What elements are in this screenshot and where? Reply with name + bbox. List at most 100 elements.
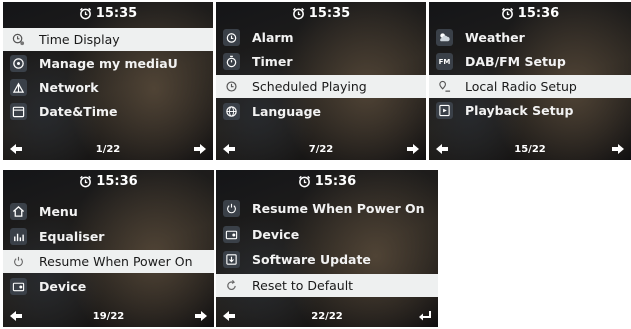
menu-item-label: Menu xyxy=(39,204,78,219)
footer: 19/22 xyxy=(3,308,214,324)
location-icon xyxy=(436,78,453,95)
clock-header: 15:36 xyxy=(216,170,438,192)
alarm-clock-icon xyxy=(79,175,92,188)
radio-screen: 15:35 Alarm Timer Scheduled Playing Lang… xyxy=(216,2,426,160)
arrow-left-icon[interactable] xyxy=(222,310,236,322)
clock-icon xyxy=(10,31,27,48)
menu-item[interactable]: Local Radio Setup xyxy=(429,75,631,98)
menu-item-label: Alarm xyxy=(252,30,294,45)
menu-item[interactable]: Menu xyxy=(3,200,214,223)
arrow-right-icon[interactable] xyxy=(406,143,420,155)
clock-header: 15:36 xyxy=(429,2,631,24)
clock-header: 15:35 xyxy=(216,2,426,24)
menu-item-label: Software Update xyxy=(252,252,371,267)
menu-item-label: Timer xyxy=(252,54,293,69)
footer: 22/22 xyxy=(216,308,438,324)
arrow-left-icon[interactable] xyxy=(9,310,23,322)
clock-header: 15:35 xyxy=(3,2,213,24)
menu-item-label: Device xyxy=(39,279,87,294)
menu-item[interactable]: Device xyxy=(216,223,438,246)
radio-screen: 15:35 Time Display Manage my mediaU Netw… xyxy=(3,2,213,160)
fm-icon: FM xyxy=(436,53,453,70)
menu-item-label: Language xyxy=(252,104,322,119)
page-indicator: 19/22 xyxy=(92,310,125,322)
clock-time: 15:36 xyxy=(96,173,138,189)
menu-item[interactable]: Time Display xyxy=(3,28,213,51)
menu-item-label: Resume When Power On xyxy=(252,201,425,216)
alarm-clock-icon xyxy=(501,7,514,20)
network-icon xyxy=(10,79,27,96)
power-icon xyxy=(10,253,27,270)
menu-item[interactable]: Scheduled Playing xyxy=(216,75,426,98)
menu-item[interactable]: Device xyxy=(3,275,214,298)
footer: 1/22 xyxy=(3,141,213,157)
menu-item[interactable]: Network xyxy=(3,76,213,99)
page-indicator: 15/22 xyxy=(514,143,546,155)
menu-item-label: Scheduled Playing xyxy=(252,79,367,94)
page-indicator: 22/22 xyxy=(311,310,343,322)
menu-item[interactable]: Weather xyxy=(429,26,631,49)
power-icon xyxy=(223,200,240,217)
clock-time: 15:35 xyxy=(95,5,138,21)
home-icon xyxy=(10,203,27,220)
equaliser-icon xyxy=(10,228,27,245)
globe-icon xyxy=(223,103,240,120)
menu-item-label: Device xyxy=(252,227,300,242)
arrow-right-icon[interactable] xyxy=(194,310,208,322)
media-icon xyxy=(10,55,27,72)
radio-screen: 15:36 Resume When Power On Device Softwa… xyxy=(216,170,438,327)
enter-icon[interactable] xyxy=(418,310,432,322)
menu-item-label: Weather xyxy=(465,30,525,45)
menu-item-label: Resume When Power On xyxy=(39,254,193,269)
menu-item-label: Time Display xyxy=(39,32,120,47)
menu-item-label: Equaliser xyxy=(39,229,105,244)
device-icon xyxy=(223,226,240,243)
reset-icon xyxy=(223,277,240,294)
arrow-left-icon[interactable] xyxy=(222,143,236,155)
menu-item[interactable]: Manage my mediaU xyxy=(3,52,213,75)
schedule-icon xyxy=(223,78,240,95)
menu-item[interactable]: Equaliser xyxy=(3,225,214,248)
menu-item[interactable]: Resume When Power On xyxy=(216,197,438,220)
clock-header: 15:36 xyxy=(3,170,214,192)
menu-item[interactable]: Reset to Default xyxy=(216,274,438,297)
menu-item[interactable]: Language xyxy=(216,100,426,123)
menu-item-label: Reset to Default xyxy=(252,278,354,293)
update-icon xyxy=(223,251,240,268)
alarm-icon xyxy=(223,29,240,46)
radio-screen: 15:36 Weather FM DAB/FM Setup Local Radi… xyxy=(429,2,631,160)
arrow-right-icon[interactable] xyxy=(611,143,625,155)
menu-item-label: Date&Time xyxy=(39,104,118,119)
weather-icon xyxy=(436,29,453,46)
menu-item-label: Manage my mediaU xyxy=(39,56,178,71)
arrow-left-icon[interactable] xyxy=(435,143,449,155)
page-indicator: 1/22 xyxy=(95,143,121,155)
footer: 7/22 xyxy=(216,141,426,157)
arrow-left-icon[interactable] xyxy=(9,143,23,155)
menu-item[interactable]: Software Update xyxy=(216,248,438,271)
alarm-clock-icon xyxy=(79,7,92,20)
device-icon xyxy=(10,278,27,295)
clock-time: 15:35 xyxy=(308,5,351,21)
page-indicator: 7/22 xyxy=(308,143,334,155)
menu-item-label: Local Radio Setup xyxy=(465,79,577,94)
menu-item-label: DAB/FM Setup xyxy=(465,54,566,69)
clock-time: 15:36 xyxy=(314,173,357,189)
playback-icon xyxy=(436,102,453,119)
arrow-right-icon[interactable] xyxy=(193,143,207,155)
calendar-icon xyxy=(10,103,27,120)
menu-item-label: Network xyxy=(39,80,99,95)
menu-item[interactable]: FM DAB/FM Setup xyxy=(429,50,631,73)
radio-screen: 15:36 Menu Equaliser Resume When Power O… xyxy=(3,170,214,327)
alarm-clock-icon xyxy=(298,175,311,188)
alarm-clock-icon xyxy=(292,7,305,20)
menu-item[interactable]: Date&Time xyxy=(3,100,213,123)
menu-item-label: Playback Setup xyxy=(465,103,574,118)
menu-item[interactable]: Playback Setup xyxy=(429,99,631,122)
menu-item[interactable]: Alarm xyxy=(216,26,426,49)
clock-time: 15:36 xyxy=(517,5,560,21)
footer: 15/22 xyxy=(429,141,631,157)
menu-item[interactable]: Resume When Power On xyxy=(3,250,214,273)
menu-item[interactable]: Timer xyxy=(216,50,426,73)
timer-icon xyxy=(223,53,240,70)
